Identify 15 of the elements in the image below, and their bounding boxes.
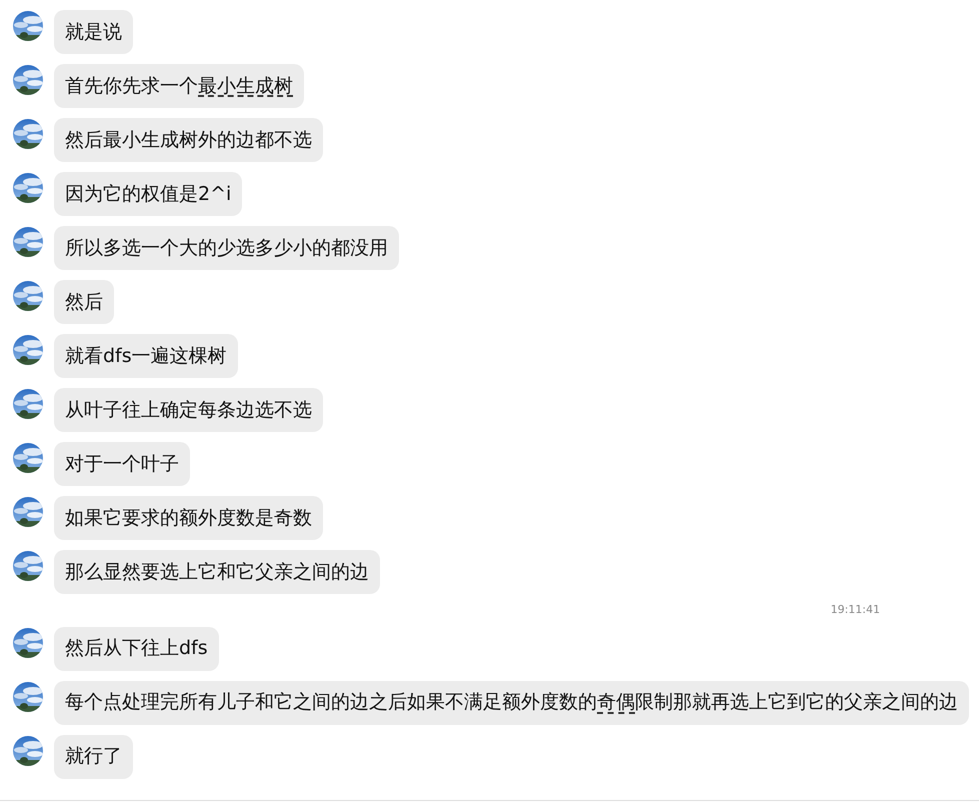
message-bubble: 然后 [54, 280, 114, 324]
message-bubble: 就是说 [54, 10, 133, 54]
message-bubble: 每个点处理完所有儿子和它之间的边之后如果不满足额外度数的奇偶限制那就再选上它到它的父亲之间的边 [54, 680, 969, 724]
message-bubble: 就行了 [54, 734, 133, 778]
message-bubble: 如果它要求的额外度数是奇数 [54, 496, 323, 540]
message-bubble: 然后从下往上dfs [54, 626, 219, 670]
message-bubble: 首先你先求一个最小生成树 [54, 64, 304, 108]
message-bubble: 那么显然要选上它和它父亲之间的边 [54, 550, 380, 594]
message-bubble: 因为它的权值是2^i [54, 172, 242, 216]
message-bubble: 然后最小生成树外的边都不选 [54, 118, 323, 162]
message-bubble: 从叶子往上确定每条边选不选 [54, 388, 323, 432]
message-bubble: 就看dfs一遍这棵树 [54, 334, 238, 378]
message-bubble: 对于一个叶子 [54, 442, 190, 486]
message-bubble: 所以多选一个大的少选多少小的都没用 [54, 226, 399, 270]
timestamp: 19:11:41 [830, 602, 880, 618]
